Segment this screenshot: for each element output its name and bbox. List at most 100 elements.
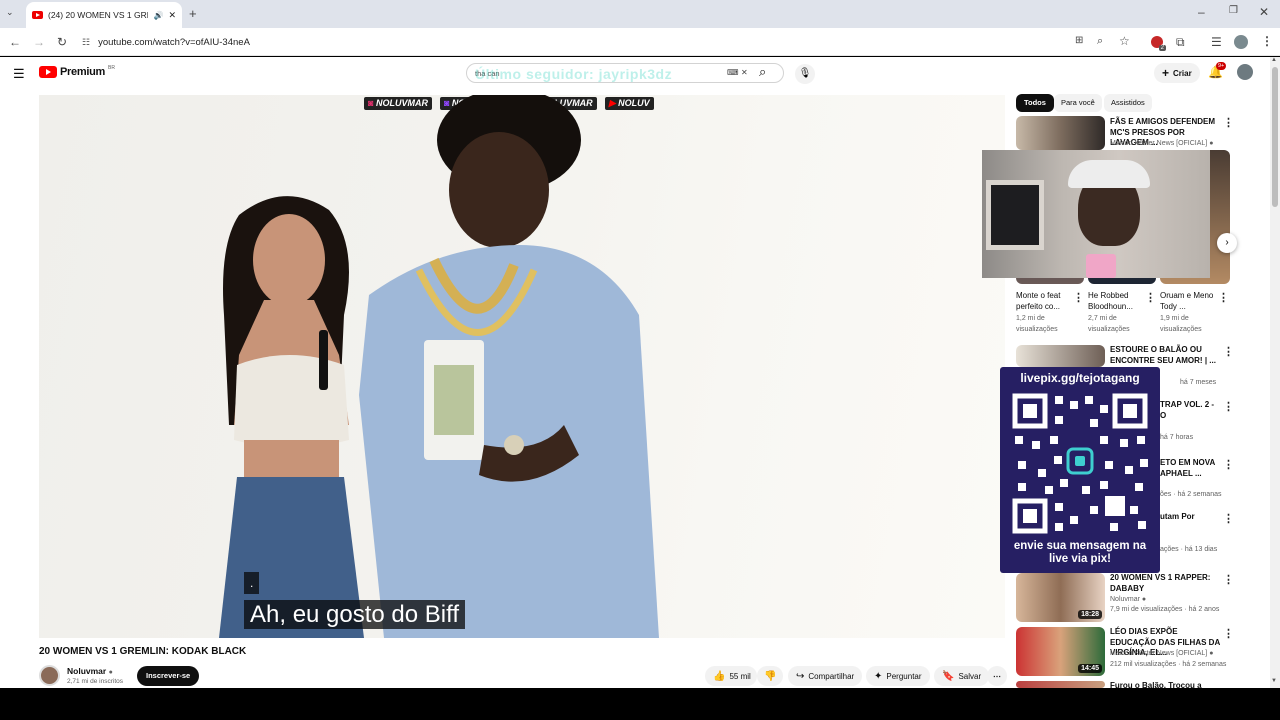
ask-button[interactable]: ✦ Perguntar: [866, 666, 930, 686]
dislike-button[interactable]: 👎: [757, 666, 784, 686]
profile-avatar[interactable]: [1234, 35, 1248, 49]
thumbs-up-icon: 👍: [713, 670, 726, 682]
verified-icon: ●: [1141, 596, 1147, 603]
video-duration: 14:45: [1078, 664, 1102, 673]
short-title[interactable]: Monte o feat perfeito co...: [1016, 290, 1074, 312]
scrollbar-thumb[interactable]: [1272, 67, 1278, 207]
search-icon[interactable]: ⌕: [759, 64, 766, 80]
rec-menu-icon[interactable]: ⋮: [1223, 400, 1234, 413]
video-player[interactable]: ◙ NOLUVMAR ◙ NOLUVMARYT ▶ NOLUVMAR ▶ NOL…: [39, 95, 1005, 638]
bookmark-star-icon[interactable]: ☆: [1119, 35, 1130, 47]
rec-thumbnail[interactable]: [1016, 116, 1105, 150]
share-button[interactable]: ↪ Compartilhar: [788, 666, 863, 686]
page-scrollbar[interactable]: ▲ ▼: [1270, 57, 1280, 688]
rec-menu-icon[interactable]: ⋮: [1223, 345, 1234, 358]
close-window-icon[interactable]: ✕: [1259, 6, 1269, 18]
rec-menu-icon[interactable]: ⋮: [1223, 512, 1234, 525]
rec-meta: 7,9 mi de visualizações · há 2 anos: [1110, 606, 1220, 613]
extension-badge: 2: [1158, 45, 1166, 51]
tab-close-icon[interactable]: ✕: [168, 10, 176, 21]
rec-thumbnail[interactable]: [1016, 345, 1105, 367]
notifications-bell-icon[interactable]: 🔔 9+: [1208, 62, 1227, 79]
site-info-icon[interactable]: ☷: [82, 37, 90, 48]
rec-menu-icon[interactable]: ⋮: [1223, 627, 1234, 640]
rec-meta: há 7 meses: [1180, 379, 1217, 386]
shelf-next-chevron-icon[interactable]: ›: [1217, 233, 1237, 253]
webcam-overlay: [982, 150, 1210, 278]
chip-for-you[interactable]: Para você: [1054, 94, 1102, 112]
subscriber-count: 2,71 mi de inscritos: [67, 678, 123, 685]
rec-menu-icon[interactable]: ⋮: [1223, 573, 1234, 586]
rec-title[interactable]: TRAP VOL. 2 - O: [1160, 400, 1220, 421]
channel-avatar[interactable]: [39, 665, 60, 686]
address-bar[interactable]: ☷ youtube.com/watch?v=ofAIU-34neA: [82, 32, 1082, 52]
qr-code-graphic: [1012, 393, 1148, 534]
search-box[interactable]: tha can Último seguidor: jayripk3dz ⌨ ✕ …: [466, 63, 784, 83]
account-avatar[interactable]: [1237, 64, 1253, 80]
speaker-icon[interactable]: 🔊: [153, 11, 163, 20]
forward-icon[interactable]: →: [33, 36, 45, 48]
tab-search-chevron-icon[interactable]: ⌄: [6, 8, 14, 17]
zoom-icon[interactable]: ⌕: [1097, 36, 1103, 47]
reading-list-icon[interactable]: ☰: [1211, 36, 1222, 48]
subscribe-button[interactable]: Inscrever-se: [137, 666, 200, 686]
rec-title[interactable]: ETO EM NOVA APHAEL ...: [1160, 458, 1220, 479]
short-title[interactable]: Oruam e Meno Tody ...: [1160, 290, 1216, 312]
rec-menu-icon[interactable]: ⋮: [1223, 458, 1234, 471]
like-button[interactable]: 👍 55 mil: [705, 666, 757, 686]
qr-caption: envie sua mensagem na live via pix!: [1013, 540, 1147, 565]
short-title[interactable]: He Robbed Bloodhoun...: [1088, 290, 1146, 312]
rec-thumbnail[interactable]: 18:28: [1016, 573, 1105, 622]
minimize-icon[interactable]: –: [1198, 6, 1205, 18]
restore-icon[interactable]: ❐: [1229, 6, 1238, 16]
rec-channel: Maicon Küster News [OFICIAL] ●: [1110, 140, 1214, 147]
more-actions-button[interactable]: ⋯: [987, 666, 1007, 686]
browser-tab[interactable]: (24) 20 WOMEN VS 1 GREML 🔊 ✕: [26, 2, 182, 28]
short-menu-icon[interactable]: ⋮: [1218, 291, 1229, 304]
caption-small: .: [244, 572, 260, 594]
rec-title[interactable]: utam Por: [1160, 512, 1220, 523]
reload-icon[interactable]: ↻: [57, 36, 67, 48]
verified-icon: ●: [1209, 650, 1214, 657]
chip-watched[interactable]: Assistidos: [1104, 94, 1152, 112]
livepix-qr-overlay: livepix.gg/tejotagang envie sua mensagem…: [1000, 367, 1160, 573]
keyboard-icon[interactable]: ⌨: [727, 68, 739, 77]
youtube-logo[interactable]: Premium BR: [39, 65, 115, 78]
sparkle-icon: ✦: [874, 670, 883, 682]
short-menu-icon[interactable]: ⋮: [1145, 291, 1156, 304]
save-button[interactable]: 🔖 Salvar: [934, 666, 990, 686]
rec-title[interactable]: ESTOURE O BALÃO OU ENCONTRE SEU AMOR! | …: [1110, 345, 1220, 366]
rec-menu-icon[interactable]: ⋮: [1223, 116, 1234, 129]
logo-region: BR: [107, 65, 115, 71]
rec-meta: há 7 horas: [1160, 434, 1194, 441]
extensions-puzzle-icon[interactable]: ⧉: [1176, 36, 1185, 48]
rec-title[interactable]: Furou o Balão, Trocou a Garota: [1110, 681, 1220, 688]
search-overlay-text: Último seguidor: jayripk3dz: [475, 66, 673, 82]
webcam-cup: [1086, 254, 1116, 278]
extension-icon[interactable]: 2: [1151, 36, 1166, 51]
clear-search-icon[interactable]: ✕: [741, 68, 748, 77]
rec-title[interactable]: 20 WOMEN VS 1 RAPPER: DABABY: [1110, 573, 1220, 594]
video-duration: 18:28: [1078, 610, 1102, 619]
rec-thumbnail[interactable]: 14:45: [1016, 627, 1105, 676]
new-tab-icon[interactable]: +: [189, 7, 197, 20]
browser-menu-icon[interactable]: ⋮: [1261, 35, 1273, 47]
rec-thumbnail[interactable]: [1016, 681, 1105, 688]
video-title: 20 WOMEN VS 1 GREMLIN: KODAK BLACK: [39, 646, 247, 657]
video-frame-figures: [219, 95, 659, 638]
scroll-down-arrow-icon[interactable]: ▼: [1271, 678, 1277, 684]
scroll-up-arrow-icon[interactable]: ▲: [1271, 57, 1277, 63]
voice-search-icon[interactable]: 🎙: [795, 64, 815, 84]
video-caption: Ah, eu gosto do Biff: [244, 600, 466, 629]
guide-menu-icon[interactable]: ☰: [13, 66, 25, 82]
webcam-cap: [1068, 160, 1150, 188]
back-icon[interactable]: ←: [9, 36, 21, 48]
chip-all[interactable]: Todos: [1016, 94, 1054, 112]
thumbs-down-icon: 👎: [764, 670, 777, 682]
tab-title: (24) 20 WOMEN VS 1 GREML: [48, 10, 148, 20]
tab-strip: ⌄ (24) 20 WOMEN VS 1 GREML 🔊 ✕ + – ❐ ✕: [0, 0, 1280, 28]
rec-channel: Maicon Küster News [OFICIAL] ●: [1110, 650, 1214, 657]
channel-name[interactable]: Noluvmar ●: [67, 666, 113, 676]
short-menu-icon[interactable]: ⋮: [1073, 291, 1084, 304]
create-button[interactable]: + Criar: [1154, 63, 1200, 83]
